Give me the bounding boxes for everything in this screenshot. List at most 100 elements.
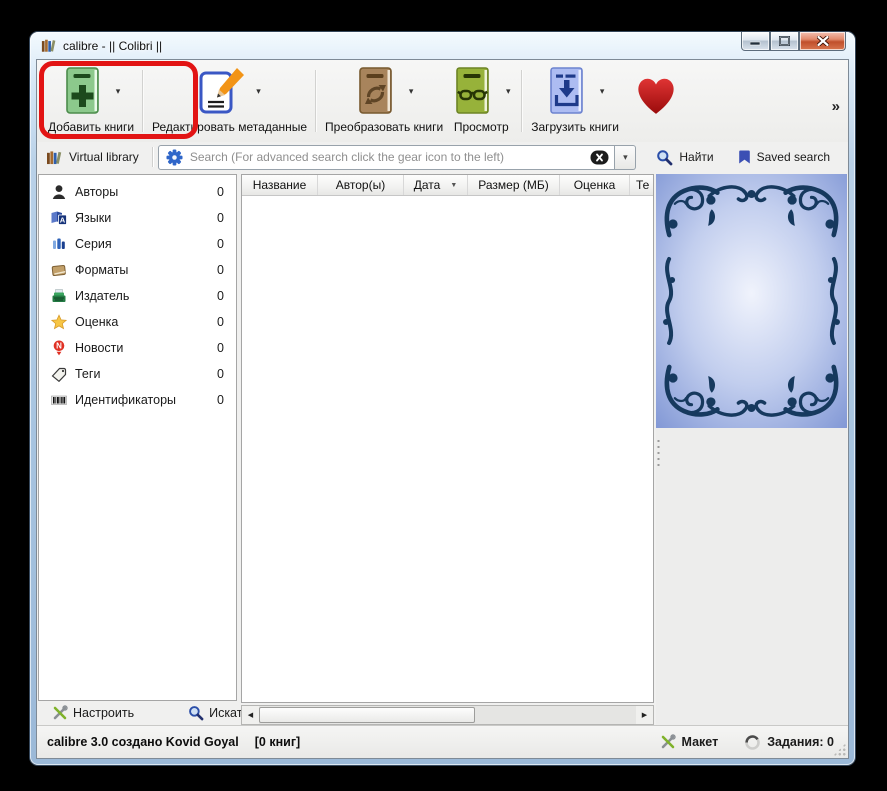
panel-splitter-handle[interactable] xyxy=(657,438,660,468)
edit-metadata-button[interactable]: ▾ Редактировать метаданные xyxy=(152,64,307,134)
layout-button[interactable]: Макет xyxy=(660,734,719,750)
view-dropdown[interactable]: ▾ xyxy=(503,86,513,97)
sidebar-item-count: 0 xyxy=(217,367,226,381)
scrollbar-thumb[interactable] xyxy=(259,707,475,723)
sidebar-item-count: 0 xyxy=(217,211,226,225)
languages-icon: A xyxy=(51,210,67,226)
column-header-tags[interactable]: Те xyxy=(630,175,653,195)
view-button[interactable]: ▾ Просмотр xyxy=(449,64,513,134)
layout-label: Макет xyxy=(682,735,719,749)
column-label: Автор(ы) xyxy=(336,178,385,192)
maximize-button[interactable] xyxy=(770,32,799,51)
scroll-left-arrow[interactable]: ◀ xyxy=(242,706,259,724)
sidebar-item-rating[interactable]: Оценка 0 xyxy=(39,309,236,335)
svg-text:A: A xyxy=(60,215,66,224)
edit-metadata-dropdown[interactable]: ▾ xyxy=(254,86,264,97)
column-header-date[interactable]: Дата ▼ xyxy=(404,175,468,195)
sidebar-item-authors[interactable]: Авторы 0 xyxy=(39,179,236,205)
tag-browser-panel: Авторы 0 A Языки 0 xyxy=(38,174,237,701)
donate-heart-icon[interactable] xyxy=(632,72,680,118)
sidebar-item-label: Оценка xyxy=(75,315,118,329)
configure-button[interactable]: Настроить xyxy=(46,703,140,723)
library-books-icon xyxy=(46,150,63,165)
add-books-label: Добавить книги xyxy=(48,120,134,134)
sidebar-item-tags[interactable]: Теги 0 xyxy=(39,361,236,387)
publisher-icon xyxy=(51,288,67,304)
rating-icon xyxy=(51,314,67,330)
book-details-empty-area xyxy=(656,428,847,725)
scrollbar-track[interactable] xyxy=(475,706,636,724)
bookmark-icon xyxy=(738,149,751,165)
window-title: calibre - || Colibri || xyxy=(63,39,162,53)
sidebar-item-news[interactable]: N Новости 0 xyxy=(39,335,236,361)
sidebar-item-formats[interactable]: Форматы 0 xyxy=(39,257,236,283)
horizontal-scrollbar: ◀ ▶ xyxy=(241,705,654,725)
jobs-spinner-icon xyxy=(744,734,761,751)
toolbar-overflow-chevron[interactable]: » xyxy=(832,98,840,115)
column-label: Оценка xyxy=(574,178,616,192)
search-gear-icon[interactable] xyxy=(166,149,183,166)
virtual-library-button[interactable]: Virtual library xyxy=(39,147,148,168)
column-header-rating[interactable]: Оценка xyxy=(560,175,630,195)
author-icon xyxy=(51,184,67,200)
search-magnifier-icon xyxy=(656,149,673,166)
jobs-indicator[interactable]: Задания: 0 xyxy=(744,734,834,751)
sidebar-item-publisher[interactable]: Издатель 0 xyxy=(39,283,236,309)
book-list-empty-area[interactable] xyxy=(242,196,653,702)
sidebar-item-count: 0 xyxy=(217,185,226,199)
sidebar-item-label: Идентификаторы xyxy=(75,393,176,407)
clear-search-icon[interactable] xyxy=(590,150,609,165)
convert-books-icon xyxy=(352,66,398,116)
book-list: Название Автор(ы) Дата ▼ Размер (МБ) xyxy=(241,174,654,703)
search-field[interactable] xyxy=(158,145,616,170)
find-button[interactable]: Найти xyxy=(648,146,721,169)
status-bar: calibre 3.0 создано Kovid Goyal [0 книг]… xyxy=(37,725,848,758)
sidebar-item-languages[interactable]: A Языки 0 xyxy=(39,205,236,231)
get-books-button[interactable]: ▾ Загрузить книги xyxy=(531,64,619,134)
convert-books-button[interactable]: ▾ Преобразовать книги xyxy=(325,64,443,134)
saved-search-button[interactable]: Saved search xyxy=(730,146,838,168)
sidebar-item-label: Теги xyxy=(75,367,100,381)
news-icon: N xyxy=(51,340,67,356)
column-header-size[interactable]: Размер (МБ) xyxy=(468,175,560,195)
sidebar-item-identifiers[interactable]: Идентификаторы 0 xyxy=(39,387,236,413)
search-history-dropdown[interactable]: ▾ xyxy=(615,145,636,170)
sidebar-item-count: 0 xyxy=(217,341,226,355)
sidebar-item-label: Серия xyxy=(75,237,112,251)
sidebar-item-series[interactable]: Серия 0 xyxy=(39,231,236,257)
sidebar-item-count: 0 xyxy=(217,237,226,251)
search-bar: Virtual library xyxy=(37,142,848,172)
get-books-icon xyxy=(543,66,589,116)
sidebar-item-label: Новости xyxy=(75,341,123,355)
edit-metadata-icon xyxy=(196,66,246,116)
convert-books-label: Преобразовать книги xyxy=(325,120,443,134)
scroll-right-arrow[interactable]: ▶ xyxy=(636,706,653,724)
column-header-title[interactable]: Название xyxy=(242,175,318,195)
formats-icon xyxy=(51,262,67,278)
minimize-button[interactable] xyxy=(741,32,770,51)
sort-desc-icon: ▼ xyxy=(450,182,457,189)
search-input[interactable] xyxy=(190,150,584,164)
resize-grip[interactable] xyxy=(833,743,846,756)
app-icon xyxy=(41,38,57,53)
sidebar-item-label: Авторы xyxy=(75,185,118,199)
sidebar-item-count: 0 xyxy=(217,393,226,407)
edit-metadata-label: Редактировать метаданные xyxy=(152,120,307,134)
tools-icon xyxy=(52,705,68,721)
tools-icon xyxy=(660,734,676,750)
virtual-library-label: Virtual library xyxy=(69,150,139,164)
configure-label: Настроить xyxy=(73,706,134,720)
cover-image xyxy=(656,174,847,428)
find-label: Найти xyxy=(679,150,713,164)
column-label: Те xyxy=(636,178,649,192)
convert-books-dropdown[interactable]: ▾ xyxy=(406,86,416,97)
add-books-button[interactable]: ▾ Добавить книги xyxy=(48,64,134,134)
column-label: Размер (МБ) xyxy=(478,178,548,192)
column-header-authors[interactable]: Автор(ы) xyxy=(318,175,404,195)
get-books-dropdown[interactable]: ▾ xyxy=(597,86,607,97)
close-button[interactable] xyxy=(799,32,846,51)
add-books-dropdown[interactable]: ▾ xyxy=(113,86,123,97)
saved-search-label: Saved search xyxy=(757,150,830,164)
sidebar-item-label: Издатель xyxy=(75,289,129,303)
version-text: calibre 3.0 создано Kovid Goyal xyxy=(47,735,239,749)
